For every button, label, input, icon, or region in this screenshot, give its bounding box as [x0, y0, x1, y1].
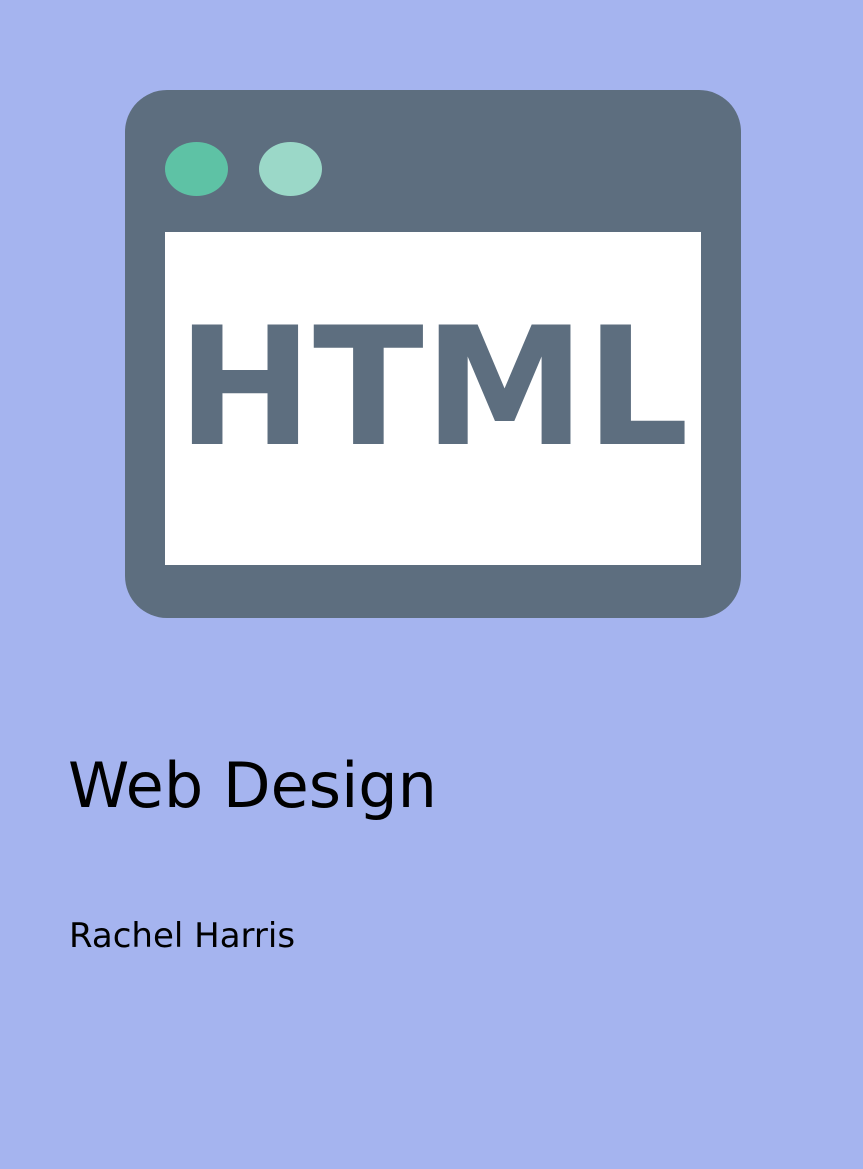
window-dot-icon	[165, 142, 228, 196]
html-logo-text: HTML	[177, 292, 689, 472]
book-cover: HTML Web Design Rachel Harris	[0, 0, 863, 1169]
html-logo-label: HTML	[177, 292, 689, 472]
window-dot-icon	[259, 142, 322, 196]
cover-title: Web Design	[68, 749, 437, 822]
cover-author: Rachel Harris	[69, 916, 296, 956]
